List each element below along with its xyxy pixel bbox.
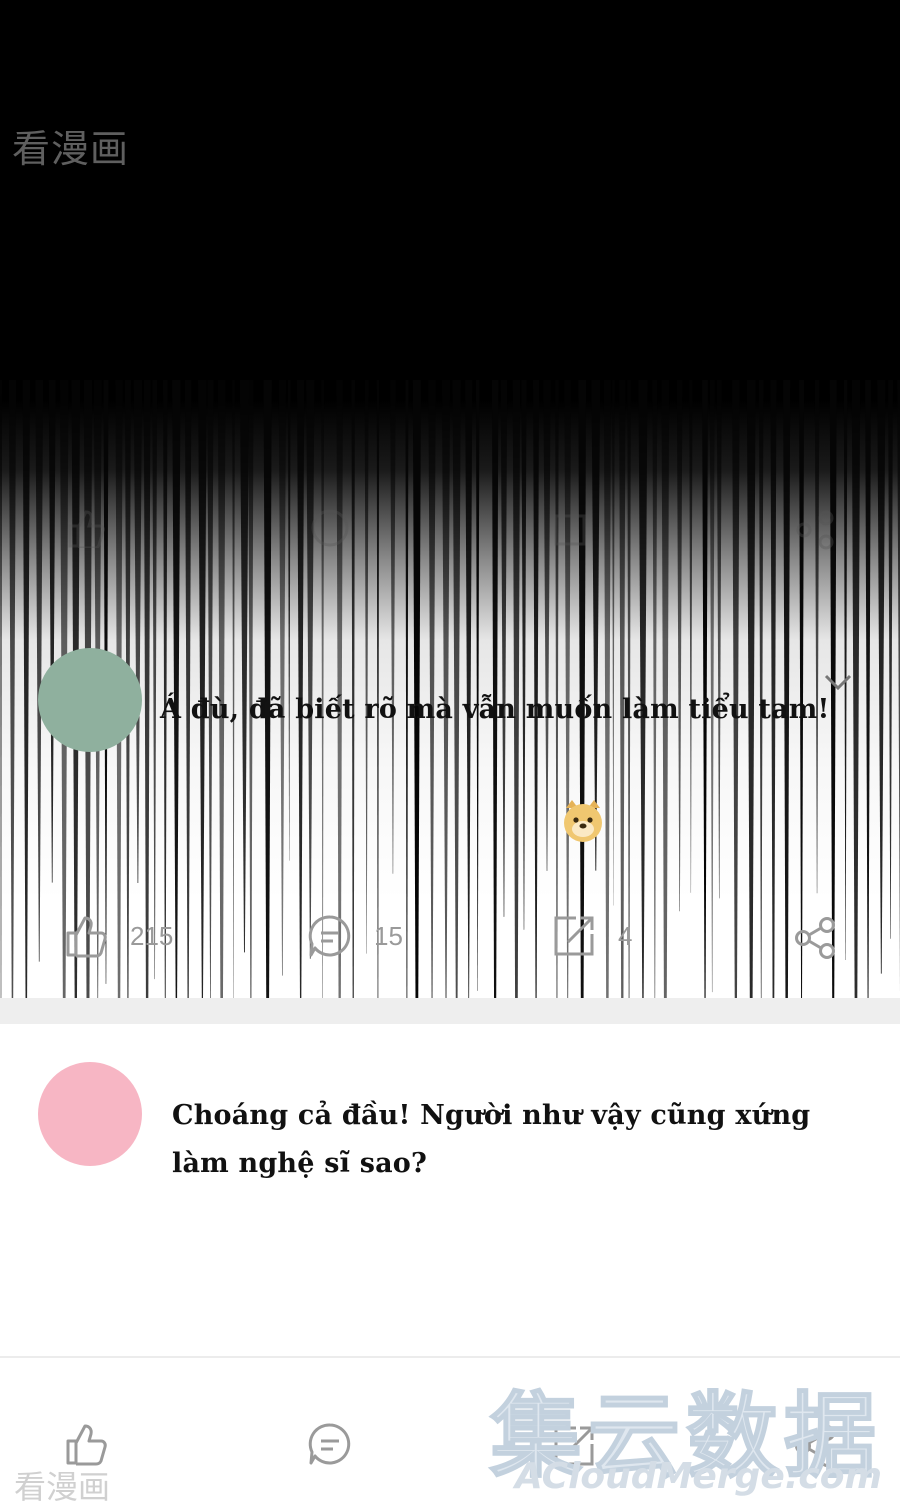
speed-line <box>888 380 893 939</box>
comment-text: Á đù, đã biết rõ mà vẫn muốn làm tiểu ta… <box>160 694 830 725</box>
speed-line <box>35 380 44 962</box>
comment-text-line: Choáng cả đầu! Người như vậy cũng xứng <box>172 1100 811 1131</box>
speed-line <box>689 380 693 893</box>
chevron-down-icon[interactable] <box>822 670 854 698</box>
speed-line <box>278 380 287 976</box>
speed-line <box>0 380 3 1000</box>
commenter-avatar[interactable] <box>38 1062 142 1166</box>
manga-speed-line-panel <box>0 0 900 1000</box>
action-bar-rule <box>0 1356 900 1358</box>
speed-line <box>364 380 369 954</box>
repost-icon <box>552 914 596 958</box>
speed-line <box>390 380 396 874</box>
speed-lines-art <box>0 380 900 1000</box>
speed-line <box>287 380 291 861</box>
speed-line <box>22 380 30 1000</box>
watermark-top: 看漫画 <box>12 127 130 171</box>
repost-action[interactable]: 4 <box>552 914 632 958</box>
comment-action[interactable]: 15 <box>308 914 403 958</box>
thumbs-up-icon <box>64 914 108 958</box>
speed-line <box>612 380 615 906</box>
ghost-share-icon <box>796 510 836 554</box>
speed-line <box>143 380 151 1000</box>
doge-emoji <box>560 798 606 848</box>
comment-count: 15 <box>374 920 403 951</box>
speed-line <box>239 380 249 953</box>
share-icon[interactable] <box>794 916 838 964</box>
ghost-comment-icon <box>310 508 350 552</box>
speed-line <box>591 380 601 871</box>
speed-line <box>306 380 315 959</box>
merge-watermark-latin: ACloudMerge.com <box>514 1456 882 1497</box>
ghost-repost-icon <box>552 508 592 552</box>
speed-line <box>521 380 527 930</box>
comment-text: Choáng cả đầu! Người như vậy cũng xứng l… <box>172 1092 872 1188</box>
speed-line <box>48 380 56 883</box>
commenter-avatar[interactable] <box>38 648 142 752</box>
speed-line <box>865 380 871 1000</box>
speed-line <box>133 380 143 884</box>
comment-bubble-icon <box>308 914 352 958</box>
comment-bubble-icon[interactable] <box>308 1422 352 1470</box>
speed-line <box>543 380 551 871</box>
speed-line <box>877 380 886 974</box>
watermark-bottom-left: 看漫画 <box>14 1468 111 1506</box>
comment-text-line: làm nghệ sĩ sao? <box>172 1148 428 1179</box>
like-action[interactable]: 215 <box>64 914 173 958</box>
speed-line <box>814 380 820 894</box>
ghost-thumbs-up-icon <box>66 508 106 552</box>
repost-count: 4 <box>618 920 633 951</box>
like-count: 215 <box>130 920 174 951</box>
speed-line <box>676 380 683 912</box>
speed-line <box>716 380 722 899</box>
comment-divider <box>0 998 900 1024</box>
speed-line <box>8 380 17 1000</box>
speed-line <box>152 380 158 980</box>
speed-line <box>500 380 508 917</box>
